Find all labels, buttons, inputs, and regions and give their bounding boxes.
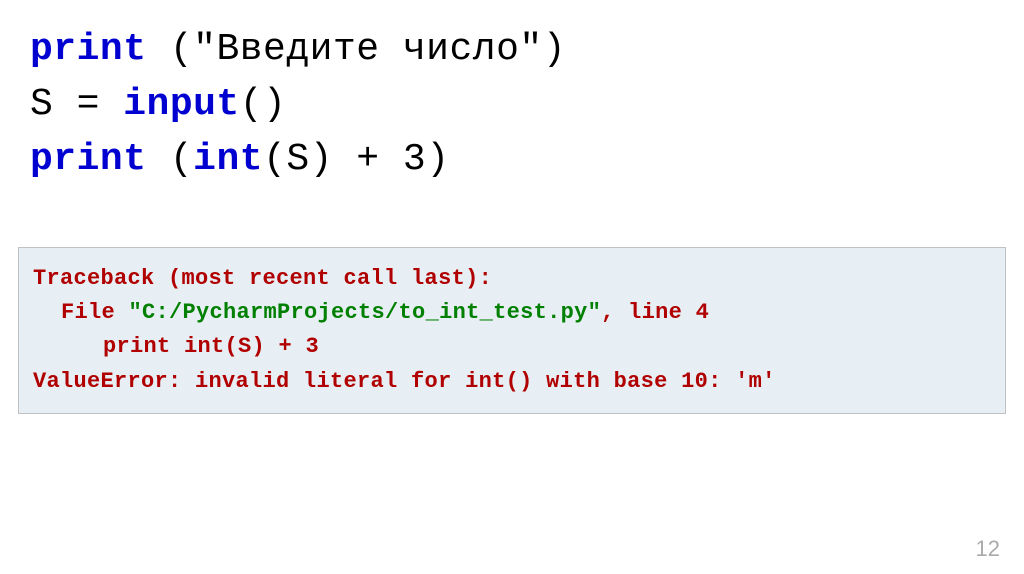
code-text: ("Введите число") (147, 28, 566, 71)
code-text: ( (147, 138, 194, 181)
traceback-header: Traceback (most recent call last): (33, 262, 991, 296)
keyword-int: int (193, 138, 263, 181)
traceback-file-line: File "C:/PycharmProjects/to_int_test.py"… (33, 296, 991, 330)
code-line-3: print (int(S) + 3) (30, 132, 994, 187)
code-text: (S) + (263, 138, 403, 181)
traceback-file-path: "C:/PycharmProjects/to_int_test.py" (129, 300, 602, 325)
page-number: 12 (976, 536, 1000, 562)
number-literal: 3 (403, 138, 426, 181)
code-text: () (240, 83, 287, 126)
keyword-print: print (30, 138, 147, 181)
keyword-input: input (123, 83, 240, 126)
traceback-file-prefix: File (61, 300, 129, 325)
code-line-1: print ("Введите число") (30, 22, 994, 77)
traceback-code-line: print int(S) + 3 (33, 330, 991, 364)
traceback-error: ValueError: invalid literal for int() wi… (33, 365, 991, 399)
keyword-print: print (30, 28, 147, 71)
traceback-panel: Traceback (most recent call last): File … (18, 247, 1006, 413)
traceback-file-suffix: , line 4 (601, 300, 709, 325)
code-text: ) (426, 138, 449, 181)
code-text: S = (30, 83, 123, 126)
code-line-2: S = input() (30, 77, 994, 132)
code-block: print ("Введите число") S = input() prin… (0, 0, 1024, 187)
